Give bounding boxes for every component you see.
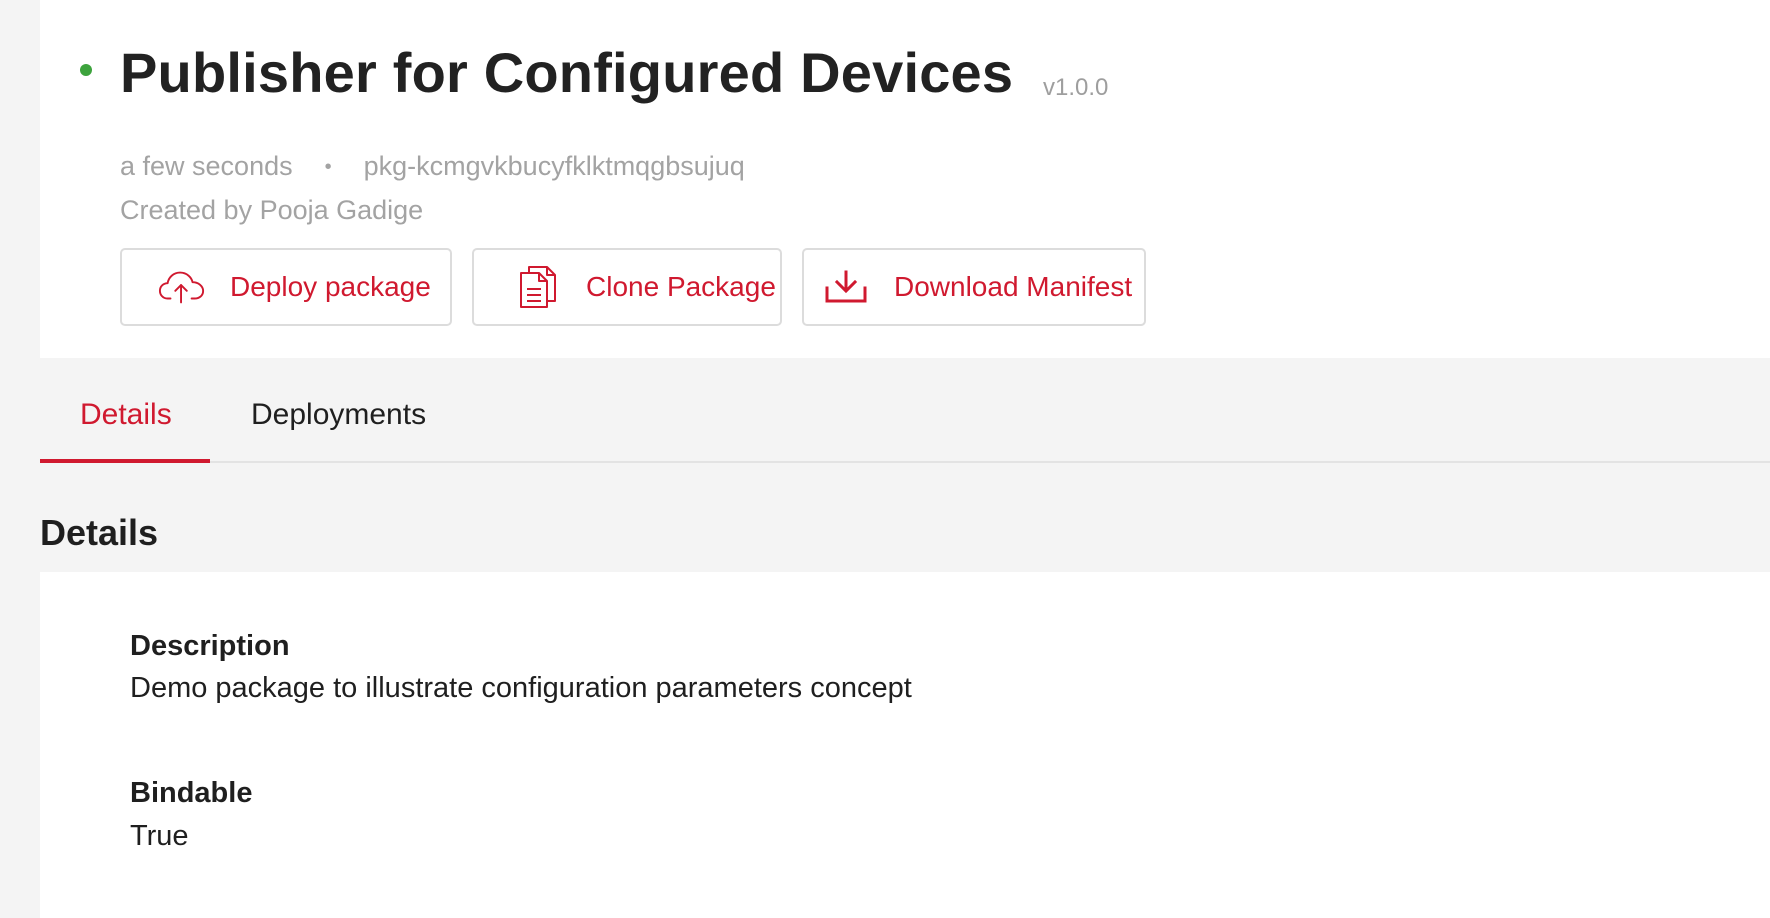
details-heading: Details <box>40 512 159 553</box>
copy-document-icon <box>514 263 562 311</box>
tab-bar-divider <box>40 461 1770 463</box>
meta-separator: • <box>324 156 332 179</box>
details-panel <box>40 572 1770 918</box>
page-title: Publisher for Configured Devices <box>120 41 1014 104</box>
clone-package-button[interactable]: Clone Package <box>472 248 782 326</box>
download-icon <box>822 263 870 311</box>
tab-deployments[interactable]: Deployments <box>251 398 426 432</box>
created-by: Created by Pooja Gadige <box>120 195 424 225</box>
description-label: Description <box>130 630 290 662</box>
tab-bar: Details Deployments <box>40 358 1770 464</box>
package-id: pkg-kcmgvkbucyfklktmqgbsujuq <box>363 151 745 181</box>
description-value: Demo package to illustrate configuration… <box>130 672 912 704</box>
active-tab-indicator <box>40 459 210 463</box>
version-label: v1.0.0 <box>1043 74 1109 101</box>
bindable-label: Bindable <box>130 777 253 809</box>
tab-details[interactable]: Details <box>80 398 172 432</box>
status-dot-icon <box>80 64 92 76</box>
bindable-value: True <box>130 820 189 852</box>
package-meta: a few seconds • pkg-kcmgvkbucyfklktmqgbsuj… <box>120 151 745 182</box>
clone-package-label: Clone Package <box>586 271 776 302</box>
cloud-upload-icon <box>158 263 206 311</box>
download-manifest-button[interactable]: Download Manifest <box>802 248 1146 326</box>
timestamp: a few seconds <box>120 151 293 181</box>
download-manifest-label: Download Manifest <box>894 271 1133 302</box>
deploy-package-label: Deploy package <box>230 271 431 302</box>
deploy-package-button[interactable]: Deploy package <box>120 248 452 326</box>
left-rail <box>0 0 40 918</box>
